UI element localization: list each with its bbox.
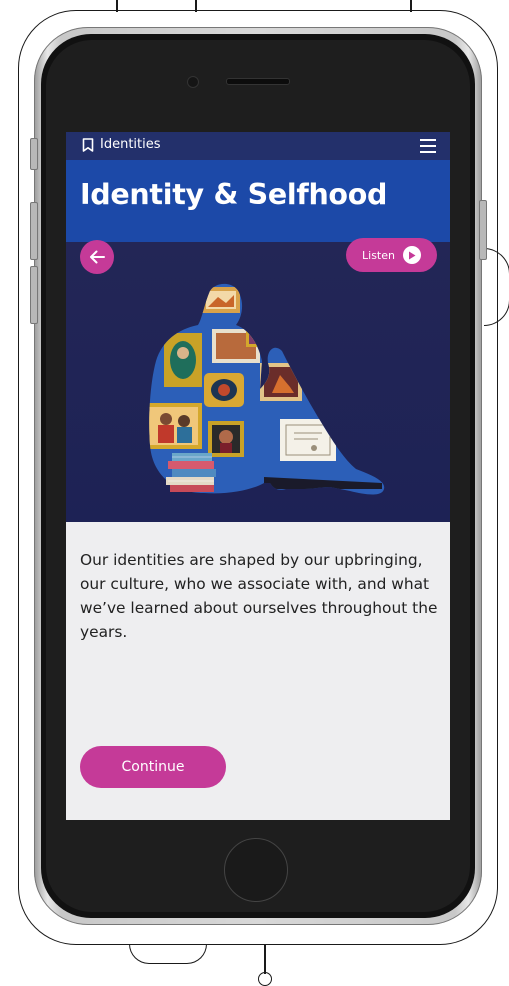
breadcrumb[interactable]: Identities [82, 137, 161, 152]
power-button [479, 200, 487, 260]
outline-tick [116, 0, 118, 12]
top-bar: Identities [66, 132, 450, 160]
volume-up-button [30, 202, 38, 260]
outline-connector [264, 944, 266, 974]
front-camera [187, 76, 199, 88]
continue-button[interactable]: Continue [80, 746, 226, 788]
app-screen: Identities Identity & Selfhood Listen Ou… [66, 132, 450, 820]
bookmark-icon [82, 137, 94, 152]
back-button[interactable] [80, 240, 114, 274]
outline-side-bump [484, 248, 509, 326]
outline-tick [195, 0, 197, 12]
seated-figure-illustration [144, 277, 394, 502]
earpiece-speaker [226, 78, 290, 85]
outline-tick [410, 0, 412, 12]
listen-button[interactable]: Listen [346, 238, 437, 272]
breadcrumb-label: Identities [100, 137, 161, 152]
listen-label: Listen [362, 248, 395, 262]
outline-bottom-bump [129, 944, 207, 964]
play-icon [402, 246, 421, 264]
volume-down-button [30, 266, 38, 324]
outline-connector-dot [258, 972, 272, 986]
arrow-left-icon [89, 250, 105, 264]
mute-switch [30, 138, 38, 170]
page-title: Identity & Selfhood [80, 178, 388, 211]
body-text: Our identities are shaped by our upbring… [80, 551, 438, 641]
home-button[interactable] [224, 838, 288, 902]
continue-label: Continue [121, 759, 185, 775]
hamburger-menu-icon[interactable] [420, 139, 436, 153]
